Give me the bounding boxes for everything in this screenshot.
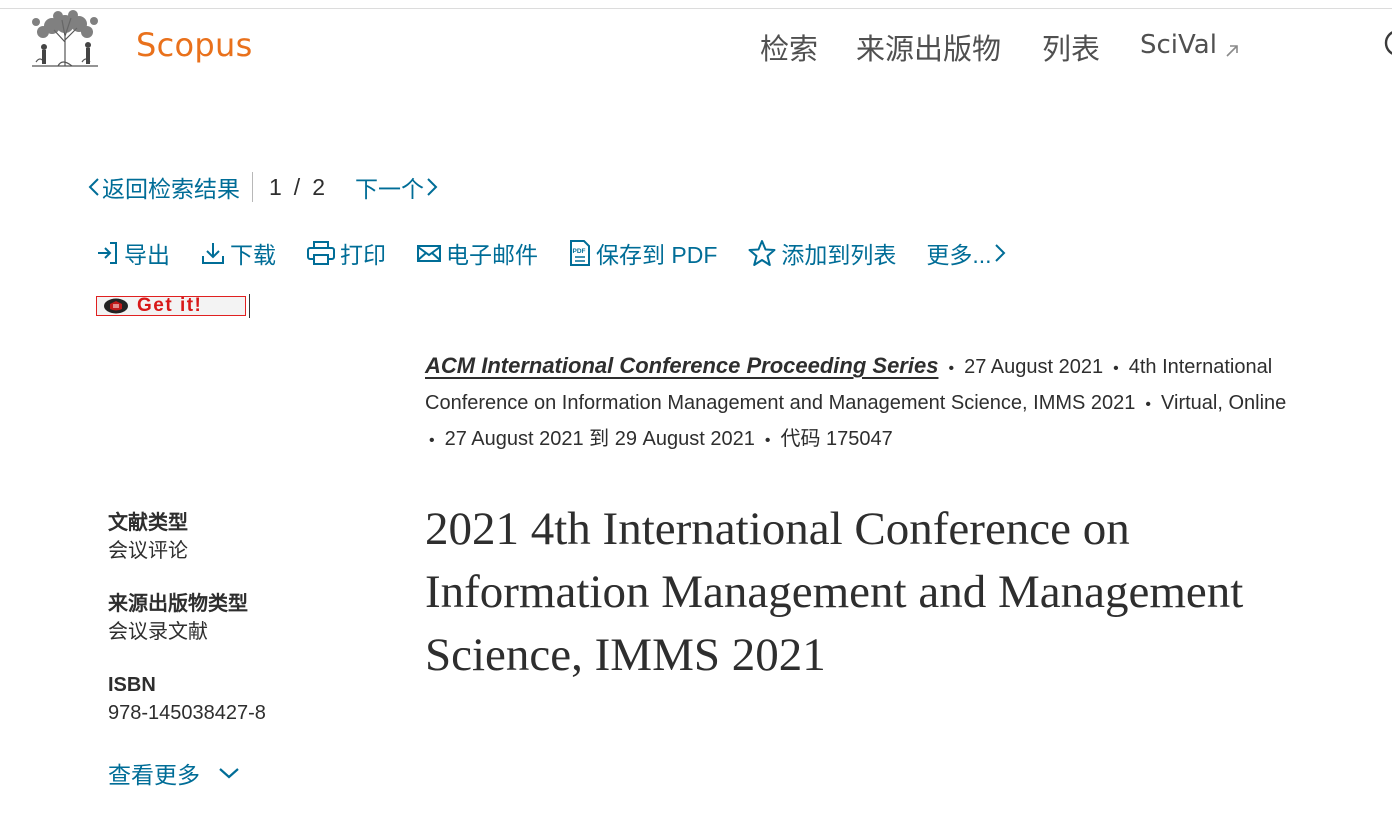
nav-scival[interactable]: SciVal bbox=[1140, 30, 1239, 60]
conference-location: Virtual, Online bbox=[1161, 392, 1287, 414]
save-pdf-button[interactable]: PDF 保存到 PDF bbox=[568, 236, 717, 270]
library-logo-icon bbox=[104, 298, 128, 314]
result-navigation: 返回检索结果 1 / 2 下一个 bbox=[86, 170, 440, 204]
external-link-icon bbox=[1226, 45, 1238, 57]
next-result-label: 下一个 bbox=[354, 176, 424, 202]
download-icon bbox=[202, 243, 224, 264]
download-button[interactable]: 下载 bbox=[200, 236, 276, 270]
pager-total: 2 bbox=[312, 173, 325, 200]
pager-separator: / bbox=[293, 173, 301, 200]
isbn-section: ISBN 978-145038427-8 bbox=[108, 671, 266, 727]
text-cursor bbox=[249, 294, 250, 318]
download-label: 下载 bbox=[230, 242, 276, 268]
conference-dates: 27 August 2021 到 29 August 2021 bbox=[444, 428, 755, 450]
add-to-list-label: 添加到列表 bbox=[781, 242, 897, 268]
top-border bbox=[0, 8, 1392, 9]
svg-text:PDF: PDF bbox=[573, 248, 586, 255]
bullet-separator: • bbox=[1113, 360, 1119, 377]
bullet-separator: • bbox=[429, 432, 435, 449]
conference-code: 代码 175047 bbox=[780, 428, 893, 450]
bullet-separator: • bbox=[948, 360, 955, 377]
add-to-list-button[interactable]: 添加到列表 bbox=[747, 236, 896, 270]
chevron-right-icon bbox=[427, 178, 438, 196]
nav-scival-label: SciVal bbox=[1140, 30, 1217, 60]
print-label: 打印 bbox=[340, 242, 386, 268]
isbn-value: 978-145038427-8 bbox=[108, 702, 266, 724]
export-icon bbox=[98, 242, 117, 264]
show-more-label: 查看更多 bbox=[108, 762, 200, 788]
print-icon bbox=[307, 241, 335, 265]
email-label: 电子邮件 bbox=[446, 242, 538, 268]
save-pdf-label: 保存到 PDF bbox=[596, 242, 718, 268]
back-to-results-link[interactable]: 返回检索结果 bbox=[86, 170, 240, 204]
bullet-separator: • bbox=[1145, 396, 1152, 413]
pdf-icon: PDF bbox=[570, 240, 590, 266]
email-icon bbox=[417, 245, 441, 262]
pager-current: 1 bbox=[269, 173, 282, 200]
get-it-label: Get it! bbox=[137, 295, 203, 316]
nav-divider bbox=[252, 172, 253, 202]
nav-search[interactable]: 检索 bbox=[760, 26, 818, 68]
document-title: 2021 4th International Conference on Inf… bbox=[425, 503, 1244, 681]
isbn-label: ISBN bbox=[108, 674, 156, 696]
nav-sources[interactable]: 来源出版物 bbox=[856, 26, 1001, 68]
chevron-down-icon bbox=[219, 768, 239, 779]
chevron-right-icon bbox=[994, 244, 1005, 262]
export-button[interactable]: 导出 bbox=[96, 236, 170, 270]
document-type-label: 文献类型 bbox=[108, 512, 188, 534]
next-result-link[interactable]: 下一个 bbox=[355, 170, 440, 204]
back-to-results-label: 返回检索结果 bbox=[102, 176, 240, 202]
email-button[interactable]: 电子邮件 bbox=[416, 236, 538, 270]
source-type-label: 来源出版物类型 bbox=[108, 593, 248, 615]
document-type-value: 会议评论 bbox=[108, 540, 188, 562]
bullet-separator: • bbox=[764, 432, 771, 449]
search-icon[interactable] bbox=[1378, 24, 1392, 64]
source-information: ACM International Conference Proceeding … bbox=[425, 349, 1355, 458]
source-title-link[interactable]: ACM International Conference Proceeding … bbox=[425, 353, 938, 378]
more-actions-label: 更多... bbox=[926, 242, 992, 268]
nav-lists[interactable]: 列表 bbox=[1042, 26, 1100, 68]
scopus-brand[interactable]: Scopus bbox=[136, 26, 253, 64]
get-it-button[interactable]: Get it! bbox=[96, 296, 246, 316]
export-label: 导出 bbox=[124, 242, 170, 268]
source-date: 27 August 2021 bbox=[964, 356, 1104, 378]
document-type-section: 文献类型 会议评论 bbox=[108, 509, 188, 565]
more-actions-button[interactable]: 更多... bbox=[926, 236, 1011, 270]
source-type-value: 会议录文献 bbox=[108, 621, 208, 643]
elsevier-logo-icon[interactable] bbox=[24, 10, 106, 70]
source-type-section: 来源出版物类型 会议录文献 bbox=[108, 590, 248, 646]
print-button[interactable]: 打印 bbox=[306, 236, 386, 270]
show-more-button[interactable]: 查看更多 bbox=[108, 756, 240, 790]
document-toolbar: 导出 下载 打印 电子邮件 PDF 保存到 PDF 添加到列表 更多... bbox=[96, 236, 1012, 270]
chevron-left-icon bbox=[88, 178, 99, 196]
star-icon bbox=[748, 240, 776, 266]
result-pager: 1 / 2 bbox=[269, 174, 325, 201]
